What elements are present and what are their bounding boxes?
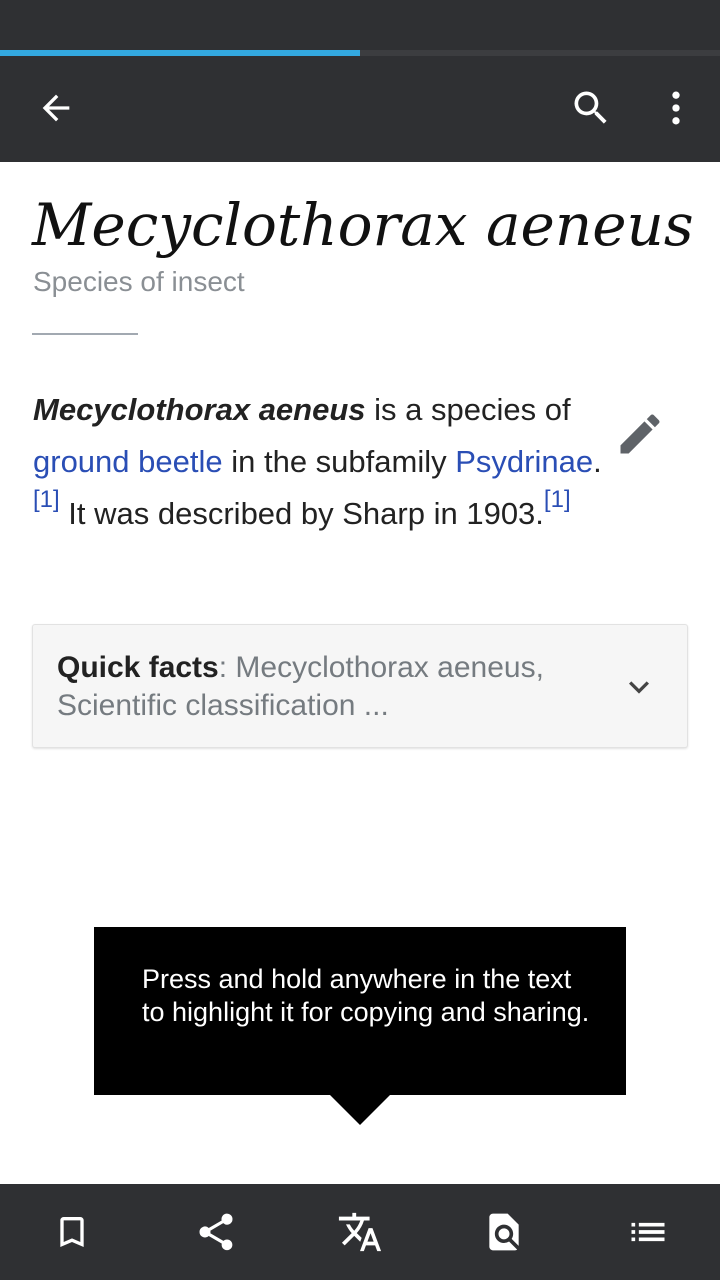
quick-facts-text: Quick facts: Mecyclothorax aeneus, Scien…: [57, 649, 597, 725]
quick-facts-separator: :: [218, 651, 236, 684]
bookmark-button[interactable]: [42, 1202, 102, 1262]
find-in-page-button[interactable]: [474, 1202, 534, 1262]
quick-facts-label: Quick facts: [57, 651, 219, 684]
highlight-hint-tooltip[interactable]: Press and hold anywhere in the text to h…: [94, 927, 626, 1095]
quick-facts-panel[interactable]: Quick facts: Mecyclothorax aeneus, Scien…: [32, 624, 688, 748]
tooltip-pointer: [329, 1094, 391, 1125]
page-title: Mecyclothorax aeneus: [32, 191, 694, 259]
pencil-icon: [620, 414, 660, 454]
link-psydrinae[interactable]: Psydrinae: [455, 444, 593, 479]
search-button[interactable]: [561, 78, 621, 138]
overflow-menu-button[interactable]: [646, 78, 706, 138]
table-of-contents-button[interactable]: [618, 1202, 678, 1262]
arrow-left-icon: [42, 94, 70, 122]
translate-button[interactable]: [330, 1202, 390, 1262]
reference-link[interactable]: [1]: [33, 486, 60, 513]
lead-paragraph: Mecyclothorax aeneus is a species of gro…: [33, 384, 623, 540]
translate-icon: [338, 1212, 382, 1252]
lead-text: in the subfamily: [222, 444, 456, 479]
table-of-contents-icon: [631, 1222, 665, 1242]
edit-section-button[interactable]: [608, 402, 672, 466]
search-icon: [574, 91, 607, 124]
page-description: Species of insect: [33, 266, 245, 297]
bottom-action-bar: [0, 1184, 720, 1280]
quick-facts-expand-button[interactable]: [617, 665, 661, 709]
lead-text: is a species of: [365, 392, 571, 427]
chevron-down-icon: [629, 681, 649, 694]
link-ground-beetle[interactable]: ground beetle: [33, 444, 223, 479]
status-bar: [0, 0, 720, 50]
article-subject-name: Mecyclothorax aeneus: [33, 392, 366, 427]
tooltip-text: Press and hold anywhere in the text to h…: [142, 964, 590, 1027]
title-divider: [32, 333, 138, 335]
reference-link[interactable]: [1]: [544, 486, 571, 513]
more-vert-icon: [672, 91, 680, 125]
lead-text: .: [593, 444, 602, 479]
bookmark-icon: [60, 1217, 84, 1247]
share-button[interactable]: [186, 1202, 246, 1262]
lead-text: It was described by Sharp in 1903.: [59, 496, 544, 531]
back-button[interactable]: [26, 78, 86, 138]
find-in-page-icon: [489, 1213, 519, 1251]
top-toolbar: [0, 56, 720, 162]
share-icon: [199, 1213, 233, 1251]
